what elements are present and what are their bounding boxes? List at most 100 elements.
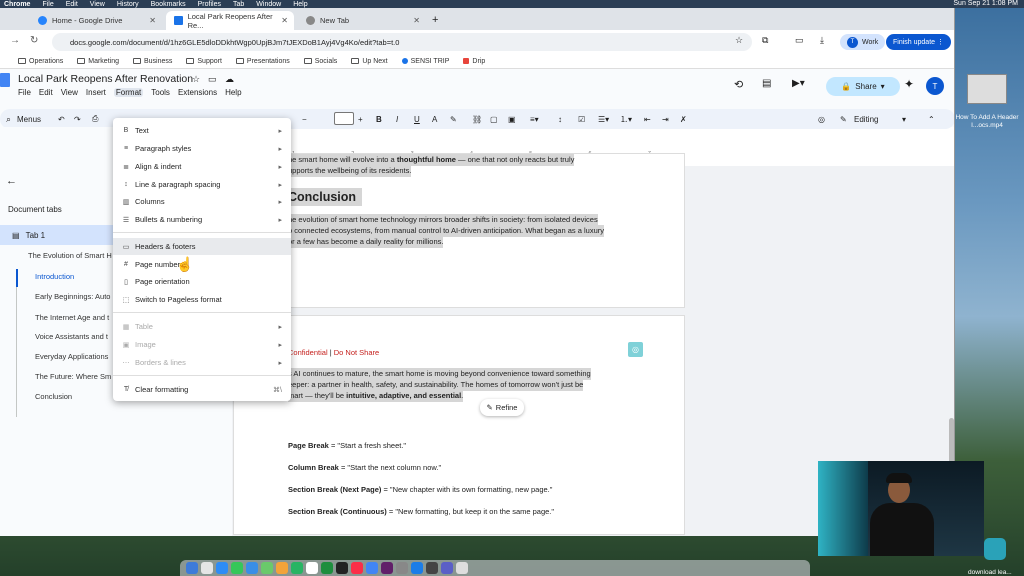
close-icon[interactable]: ✕ — [281, 16, 288, 25]
slack-icon[interactable] — [381, 562, 393, 574]
zoom-icon[interactable] — [441, 562, 453, 574]
tab-new[interactable]: New Tab ✕ — [298, 11, 426, 30]
body-line[interactable]: eeper: a partner in health, safety, and … — [288, 379, 584, 391]
sheets-icon[interactable] — [321, 562, 333, 574]
bold-icon[interactable]: B — [376, 115, 382, 124]
trash-icon[interactable] — [456, 562, 468, 574]
outline-item[interactable]: Conclusion — [35, 392, 115, 401]
bookmark-support[interactable]: Support — [186, 58, 222, 65]
body-line[interactable]: o connected ecosystems, from manual cont… — [288, 225, 604, 237]
menubar-bookmarks[interactable]: Bookmarks — [151, 1, 186, 8]
line-spacing-icon[interactable]: ↕ — [558, 115, 562, 124]
history-icon[interactable]: ⟲ — [734, 78, 743, 91]
launchpad-icon[interactable] — [201, 562, 213, 574]
align-icon[interactable]: ≡▾ — [530, 115, 539, 124]
close-icon[interactable]: ✕ — [413, 16, 420, 25]
menu-item-align-indent[interactable]: ≣ Align & indent ▸ — [113, 158, 291, 175]
scrollbar-thumb[interactable] — [949, 418, 954, 463]
forward-icon[interactable]: → — [10, 35, 20, 46]
document-title[interactable]: Local Park Reopens After Renovation — [18, 73, 193, 85]
text-color-icon[interactable]: A — [432, 115, 437, 124]
menubar-profiles[interactable]: Profiles — [198, 1, 221, 8]
menu-item-bullets[interactable]: ☰ Bullets & numbering ▸ — [113, 211, 291, 228]
body-line[interactable]: s AI continues to mature, the smart home… — [288, 368, 591, 380]
clear-formatting-icon[interactable]: ✗ — [680, 115, 687, 124]
reload-icon[interactable]: ↻ — [30, 35, 38, 46]
share-button[interactable]: 🔒 Share ▾ — [826, 77, 900, 96]
increase-font-icon[interactable]: + — [358, 115, 363, 124]
break-definition[interactable]: Section Break (Next Page) = "New chapter… — [288, 484, 552, 496]
menu-extensions[interactable]: Extensions — [178, 88, 217, 97]
checklist-icon[interactable]: ☑ — [578, 115, 585, 124]
print-icon[interactable]: ⎙ — [92, 114, 98, 124]
accessibility-icon[interactable]: ◎ — [818, 115, 825, 124]
profile-button[interactable]: T Work — [840, 34, 886, 50]
safari-icon[interactable] — [216, 562, 228, 574]
menu-item-text[interactable]: B Text ▸ — [113, 122, 291, 139]
menu-item-line-spacing[interactable]: ↕ Line & paragraph spacing ▸ — [113, 176, 291, 193]
menu-file[interactable]: File — [18, 88, 31, 97]
decrease-indent-icon[interactable]: ⇤ — [644, 115, 651, 124]
menubar-history[interactable]: History — [117, 1, 139, 8]
menu-format[interactable]: Format — [113, 88, 144, 97]
star-icon[interactable]: ☆ — [192, 74, 200, 85]
undo-icon[interactable]: ↶ — [58, 115, 65, 124]
menu-tools[interactable]: Tools — [151, 88, 170, 97]
font-size-field[interactable] — [334, 112, 354, 125]
body-line[interactable]: upports the wellbeing of its residents. — [288, 165, 412, 177]
maps-icon[interactable] — [261, 562, 273, 574]
body-line[interactable]: mart — they'll be intuitive, adaptive, a… — [288, 390, 464, 402]
tv-icon[interactable] — [336, 562, 348, 574]
highlight-icon[interactable]: ✎ — [450, 115, 457, 124]
outline-item[interactable]: The Future: Where Sm — [35, 372, 115, 381]
cloud-status-icon[interactable]: ☁ — [225, 74, 234, 85]
comment-icon[interactable]: ▢ — [490, 115, 498, 124]
comments-icon[interactable]: ▤ — [762, 78, 771, 89]
menu-item-clear-formatting[interactable]: T̸ Clear formatting ⌘\ — [113, 381, 291, 398]
menu-insert[interactable]: Insert — [86, 88, 106, 97]
link-icon[interactable]: ⛓ — [472, 115, 482, 124]
new-tab-icon[interactable]: + — [432, 14, 438, 26]
bookmark-sensi-trip[interactable]: SENSI TRIP — [401, 58, 449, 65]
break-definition[interactable]: Section Break (Continuous) = "New format… — [288, 506, 554, 518]
extension-badge-icon[interactable]: ◎ — [628, 342, 643, 357]
mail-icon[interactable] — [246, 562, 258, 574]
tab-google-drive[interactable]: Home - Google Drive ✕ — [30, 11, 162, 30]
menubar-view[interactable]: View — [90, 1, 105, 8]
bookmark-up-next[interactable]: Up Next — [351, 58, 388, 65]
break-definition[interactable]: Page Break = "Start a fresh sheet." — [288, 440, 406, 452]
body-line[interactable]: or a few has become a daily reality for … — [288, 236, 444, 248]
video-file-icon[interactable] — [967, 74, 1007, 104]
underline-icon[interactable]: U — [414, 115, 420, 124]
extensions-icon[interactable]: ⧉ — [762, 35, 768, 46]
bookmark-business[interactable]: Business — [132, 58, 172, 65]
chevron-up-icon[interactable]: ⌃ — [928, 115, 935, 124]
body-line[interactable]: he smart home will evolve into a thought… — [288, 154, 575, 166]
star-icon[interactable]: ☆ — [735, 35, 743, 46]
photos-icon[interactable] — [276, 562, 288, 574]
cast-icon[interactable]: ▭ — [795, 35, 804, 46]
edit-mode-icon[interactable]: ✎ — [840, 115, 847, 124]
finder-icon[interactable] — [186, 562, 198, 574]
messages-icon[interactable] — [231, 562, 243, 574]
clock[interactable]: Sun Sep 21 1:08 PM — [953, 0, 1018, 7]
chrome-icon[interactable] — [366, 562, 378, 574]
tab-doc[interactable]: Local Park Reopens After Re... ✕ — [166, 11, 294, 30]
settings-icon[interactable] — [396, 562, 408, 574]
menu-item-page-numbers[interactable]: # Page numbers — [113, 256, 291, 273]
bookmark-socials[interactable]: Socials — [303, 58, 337, 65]
italic-icon[interactable]: I — [396, 115, 398, 124]
menu-item-columns[interactable]: ▥ Columns ▸ — [113, 193, 291, 210]
menubar-help[interactable]: Help — [293, 1, 307, 8]
image-icon[interactable]: ▣ — [508, 115, 516, 124]
menus-search[interactable]: Menus — [17, 115, 41, 124]
menu-item-paragraph-styles[interactable]: ≡ Paragraph styles ▸ — [113, 140, 291, 157]
app-store-icon[interactable] — [411, 562, 423, 574]
menu-item-page-orientation[interactable]: ▯ Page orientation — [113, 273, 291, 290]
menu-item-headers-footers[interactable]: ▭ Headers & footers — [113, 238, 291, 255]
outline-item[interactable]: Early Beginnings: Auto — [35, 292, 115, 301]
url-field[interactable]: docs.google.com/document/d/1hz6GLE5dloDD… — [52, 33, 752, 51]
music-icon[interactable] — [351, 562, 363, 574]
body-line[interactable]: he evolution of smart home technology mi… — [288, 214, 598, 226]
app-name[interactable]: Chrome — [4, 1, 30, 8]
